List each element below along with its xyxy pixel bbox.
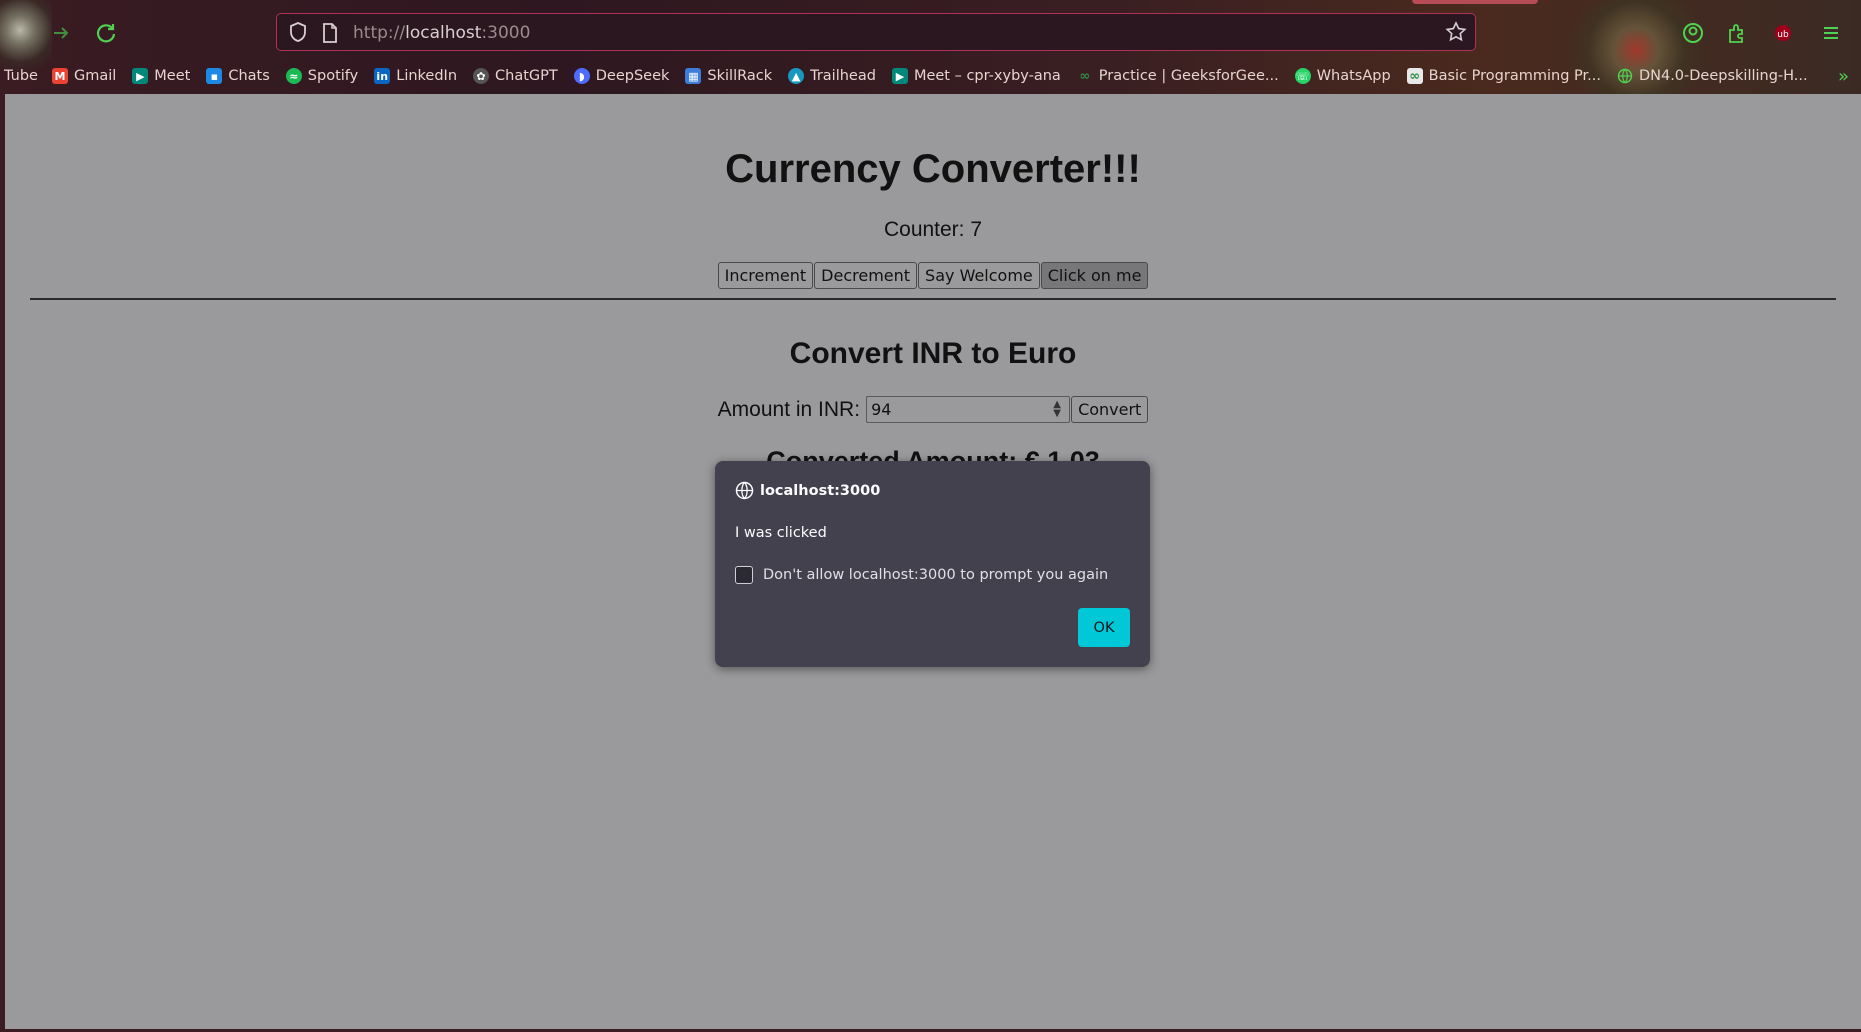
click-on-me-button[interactable]: Click on me: [1040, 262, 1149, 289]
bookmark-label: Trailhead: [810, 68, 876, 84]
account-icon[interactable]: [1680, 20, 1706, 46]
dialog-host: localhost:3000: [760, 482, 881, 499]
bookmark-label: ChatGPT: [495, 68, 558, 84]
bookmark-meet[interactable]: ▶ Meet: [132, 68, 190, 84]
bookmark-linkedin[interactable]: in LinkedIn: [374, 68, 457, 84]
alert-dialog: localhost:3000 I was clicked Don't allow…: [715, 461, 1150, 667]
url-port: :3000: [481, 23, 531, 43]
meet-icon: ▶: [132, 68, 149, 84]
url-scheme: http://: [353, 23, 406, 43]
skillrack-icon: ▦: [685, 68, 702, 84]
url-host: localhost: [405, 23, 482, 43]
bookmark-whatsapp[interactable]: ☏ WhatsApp: [1294, 68, 1391, 84]
linkedin-icon: in: [374, 68, 391, 84]
gfg-icon: ∞: [1406, 68, 1423, 84]
dont-allow-label: Don't allow localhost:3000 to prompt you…: [763, 567, 1109, 583]
bookmark-label: DN4.0-Deepskilling-H...: [1638, 68, 1808, 84]
bookmark-label: SkillRack: [707, 68, 773, 84]
bookmark-label: DeepSeek: [595, 68, 670, 84]
bookmark-deepseek[interactable]: ◗ DeepSeek: [573, 68, 670, 84]
bookmark-gfg-practice[interactable]: ∞ Practice | GeeksforGee...: [1077, 68, 1279, 84]
globe-icon: [1617, 68, 1633, 84]
chevron-double-right-icon[interactable]: »: [1838, 66, 1849, 87]
menu-icon[interactable]: [1818, 20, 1844, 46]
address-bar[interactable]: http://localhost:3000: [276, 13, 1476, 51]
gfg-icon: ∞: [1079, 68, 1091, 84]
page-title: Currency Converter!!!: [725, 147, 1141, 191]
bookmarks-bar: Tube M Gmail ▶ Meet ▪ Chats ≈ Spotify in…: [0, 62, 1861, 90]
amount-label: Amount in INR:: [717, 397, 861, 421]
whatsapp-icon: ☏: [1294, 68, 1311, 84]
extensions-icon[interactable]: [1724, 20, 1750, 46]
deepseek-icon: ◗: [573, 68, 590, 84]
increment-button[interactable]: Increment: [717, 262, 814, 289]
bookmark-label: LinkedIn: [396, 68, 458, 84]
trailhead-icon: ▲: [788, 68, 805, 84]
bookmark-meet-room[interactable]: ▶ Meet – cpr-xyby-ana: [891, 68, 1061, 84]
ok-button[interactable]: OK: [1078, 608, 1130, 647]
bookmark-chats[interactable]: ▪ Chats: [206, 68, 270, 84]
bookmark-label: Meet – cpr-xyby-ana: [913, 68, 1061, 84]
bookmark-label: Practice | GeeksforGee...: [1098, 68, 1279, 84]
divider: [30, 298, 1836, 300]
bookmark-label: Tube: [4, 68, 38, 84]
dialog-header: localhost:3000: [735, 481, 880, 500]
bookmark-trailhead[interactable]: ▲ Trailhead: [788, 68, 876, 84]
page-info-icon[interactable]: [321, 22, 339, 44]
gmail-icon: M: [51, 68, 68, 84]
svg-text:ub: ub: [1777, 30, 1789, 40]
bookmark-label: Basic Programming Pr...: [1428, 68, 1601, 84]
dont-allow-checkbox[interactable]: [735, 566, 753, 584]
decrement-button[interactable]: Decrement: [814, 262, 918, 289]
chatgpt-icon: ✿: [473, 68, 490, 84]
globe-icon: [735, 481, 754, 500]
shield-icon[interactable]: [287, 21, 309, 43]
ublock-icon[interactable]: ub: [1770, 20, 1796, 46]
dialog-message: I was clicked: [735, 525, 827, 541]
bookmark-skillrack[interactable]: ▦ SkillRack: [685, 68, 772, 84]
theme-art-top: [1412, 0, 1538, 4]
spinner-arrows-icon[interactable]: ▲ ▼: [1051, 400, 1063, 419]
bookmark-spotify[interactable]: ≈ Spotify: [285, 68, 359, 84]
bookmark-label: WhatsApp: [1316, 68, 1391, 84]
bookmark-chatgpt[interactable]: ✿ ChatGPT: [473, 68, 558, 84]
bookmark-star-icon[interactable]: [1445, 21, 1467, 43]
browser-toolbar: http://localhost:3000 ub Tube M Gmail ▶ …: [0, 0, 1861, 94]
counter-buttons: Increment Decrement Say Welcome Click on…: [5, 262, 1861, 289]
converter-heading: Convert INR to Euro: [789, 337, 1077, 370]
amount-value: 94: [871, 400, 892, 419]
chat-icon: ▪: [206, 68, 223, 84]
converter-form: Amount in INR: 94 ▲ ▼ Convert: [5, 396, 1861, 423]
bookmark-label: Chats: [228, 68, 270, 84]
spotify-icon: ≈: [285, 68, 302, 84]
dont-allow-checkbox-row[interactable]: Don't allow localhost:3000 to prompt you…: [735, 566, 1108, 584]
meet-icon: ▶: [891, 68, 908, 84]
bookmark-youtube[interactable]: Tube: [4, 68, 38, 84]
bookmark-label: Meet: [154, 68, 191, 84]
bookmark-label: Gmail: [73, 68, 117, 84]
convert-button[interactable]: Convert: [1071, 396, 1149, 423]
bookmark-gmail[interactable]: M Gmail: [51, 68, 117, 84]
bookmark-gfg-basic[interactable]: ∞ Basic Programming Pr...: [1406, 68, 1601, 84]
reload-icon[interactable]: [91, 18, 121, 48]
say-welcome-button[interactable]: Say Welcome: [918, 262, 1040, 289]
url-text[interactable]: http://localhost:3000: [353, 23, 530, 43]
amount-input[interactable]: 94 ▲ ▼: [866, 396, 1071, 423]
bookmark-label: Spotify: [307, 68, 359, 84]
counter-text: Counter: 7: [883, 218, 983, 241]
forward-arrow-icon[interactable]: [46, 18, 76, 48]
bookmark-dn40[interactable]: DN4.0-Deepskilling-H...: [1617, 68, 1808, 84]
